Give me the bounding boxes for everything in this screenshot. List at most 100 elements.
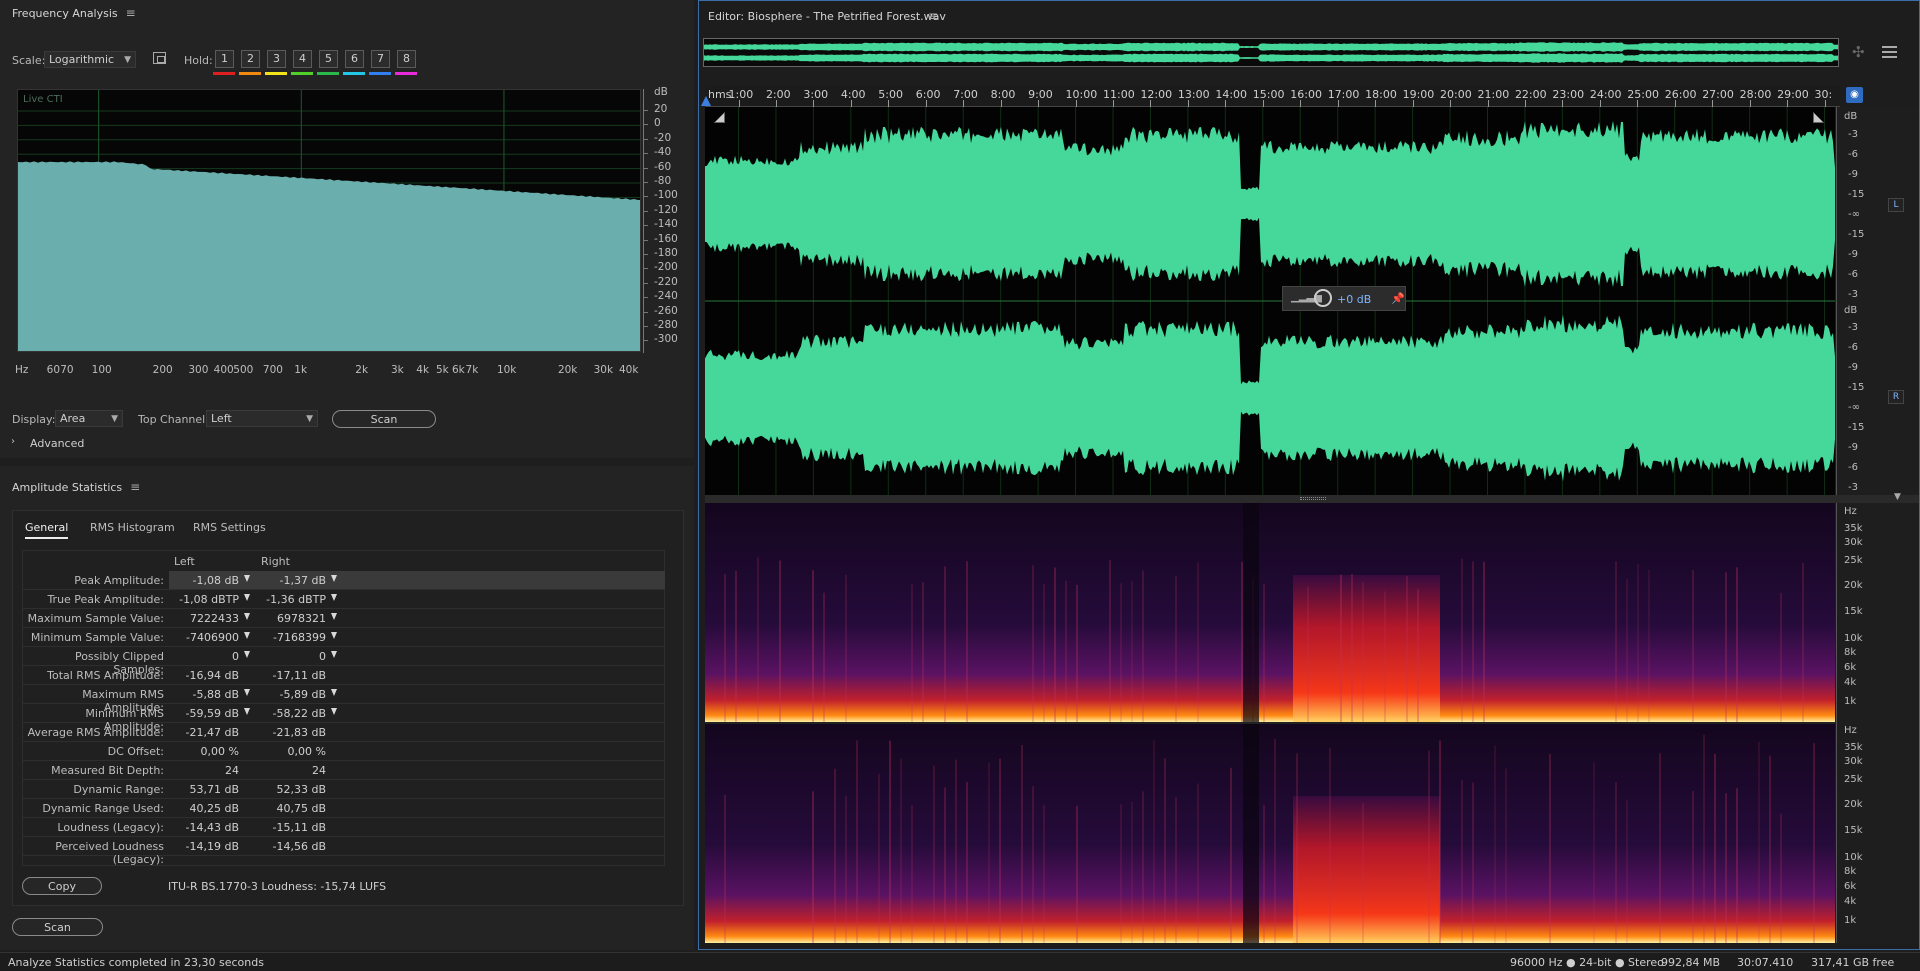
- stats-left-value: 53,71 dB: [189, 783, 239, 796]
- hz-tick: 35k: [1844, 523, 1863, 534]
- time-tick: 24:00: [1589, 88, 1622, 101]
- loudness-readout: ITU-R BS.1770-3 Loudness: -15,74 LUFS: [168, 880, 387, 893]
- chevron-right-icon[interactable]: ›: [11, 436, 15, 447]
- jump-to-marker-icon[interactable]: [244, 632, 250, 639]
- freq-x-tick: 4k: [416, 364, 430, 376]
- copy-graph-icon[interactable]: [153, 52, 166, 64]
- hz-tick: 35k: [1844, 742, 1863, 753]
- hz-tick: 25k: [1844, 555, 1863, 566]
- freq-ruler: [1836, 503, 1919, 943]
- stats-right-value: 6978321: [277, 612, 326, 625]
- zoom-icon[interactable]: ✣: [1852, 43, 1865, 61]
- tab-rms-settings[interactable]: RMS Settings: [193, 521, 266, 534]
- hold-button-1[interactable]: 1: [215, 50, 234, 68]
- stats-row-label: Loudness (Legacy):: [57, 821, 164, 834]
- hold-button-3[interactable]: 3: [267, 50, 286, 68]
- jump-to-marker-icon[interactable]: [244, 651, 250, 658]
- freq-y-tick-mark: [643, 225, 648, 227]
- hold-button-8[interactable]: 8: [397, 50, 416, 68]
- jump-to-marker-icon[interactable]: [244, 708, 250, 715]
- time-tick-mark: [738, 100, 740, 107]
- stats-right-value: 52,33 dB: [276, 783, 326, 796]
- amplitude-scan-button[interactable]: Scan: [12, 918, 103, 936]
- spectrogram-quiet-gap: [1243, 724, 1259, 943]
- hz-tick: 15k: [1844, 606, 1863, 617]
- stats-row-label: Perceived Loudness (Legacy):: [55, 840, 164, 866]
- jump-to-marker-icon[interactable]: [331, 632, 337, 639]
- scale-select[interactable]: Logarithmic ▼: [44, 51, 136, 68]
- time-tick: 8:00: [990, 88, 1016, 101]
- panel-menu-icon[interactable]: ≡: [928, 9, 938, 23]
- time-tick: 10:00: [1065, 88, 1098, 101]
- hold-button-2[interactable]: 2: [241, 50, 260, 68]
- jump-to-marker-icon[interactable]: [244, 575, 250, 582]
- playhead-marker[interactable]: [701, 96, 711, 106]
- stats-right-value: 24: [312, 764, 326, 777]
- jump-to-marker-icon[interactable]: [331, 689, 337, 696]
- gain-knob-icon[interactable]: [1314, 289, 1332, 307]
- time-tick-mark: [1075, 100, 1077, 107]
- display-select-value: Area: [60, 412, 86, 425]
- advanced-toggle[interactable]: Advanced: [30, 437, 84, 450]
- amplitude-panel-title: Amplitude Statistics: [12, 480, 123, 494]
- time-tick: 27:00: [1702, 88, 1734, 101]
- tab-rms-histogram[interactable]: RMS Histogram: [90, 521, 175, 534]
- spectrogram-channel: [705, 503, 1835, 722]
- hold-button-5[interactable]: 5: [319, 50, 338, 68]
- stats-left-value: -59,59 dB: [185, 707, 240, 720]
- jump-to-marker-icon[interactable]: [331, 651, 337, 658]
- freq-x-tick: 10k: [496, 364, 517, 376]
- panel-menu-icon[interactable]: ≡: [130, 480, 140, 494]
- amp-tick: -9: [1848, 169, 1858, 180]
- time-tick-mark: [1038, 100, 1040, 107]
- hold-button-6[interactable]: 6: [345, 50, 364, 68]
- monitor-input-icon[interactable]: ◉: [1846, 87, 1863, 103]
- time-tick-mark: [1337, 100, 1339, 107]
- spectral-view[interactable]: [705, 503, 1835, 943]
- amp-tick: -∞: [1848, 209, 1860, 220]
- jump-to-marker-icon[interactable]: [244, 689, 250, 696]
- stats-row: True Peak Amplitude: -1,08 dBTP -1,36 dBTP: [22, 590, 665, 609]
- hold-button-4[interactable]: 4: [293, 50, 312, 68]
- top-channel-label: Top Channel:: [138, 413, 209, 426]
- jump-to-marker-icon[interactable]: [331, 575, 337, 582]
- jump-to-marker-icon[interactable]: [331, 594, 337, 601]
- amp-tick: -15: [1848, 422, 1865, 433]
- jump-to-marker-icon[interactable]: [244, 613, 250, 620]
- spectrogram-quiet-gap: [1243, 503, 1259, 722]
- freq-y-tick-mark: [643, 326, 648, 327]
- time-tick-mark: [1187, 100, 1189, 107]
- freq-x-tick: 70: [60, 364, 74, 376]
- copy-button[interactable]: Copy: [22, 877, 102, 895]
- time-tick-mark: [925, 100, 927, 107]
- freq-x-tick: 3k: [390, 364, 404, 376]
- jump-to-marker-icon[interactable]: [331, 613, 337, 620]
- jump-to-marker-icon[interactable]: [331, 708, 337, 715]
- hold-color-3: [265, 72, 287, 75]
- channel-right-button[interactable]: R: [1888, 390, 1904, 404]
- hold-button-7[interactable]: 7: [371, 50, 390, 68]
- chevron-down-icon[interactable]: ▼: [1894, 492, 1901, 502]
- amp-tick: -9: [1848, 362, 1858, 373]
- hud-gain-value[interactable]: +0 dB: [1337, 293, 1371, 306]
- display-select[interactable]: Area ▼: [55, 410, 123, 427]
- overview-channel-wave: [704, 42, 1838, 52]
- chevron-down-icon: ▼: [111, 413, 118, 424]
- overview-bar[interactable]: [703, 38, 1839, 67]
- volume-hud[interactable]: ▁▂▃▅ +0 dB 📌: [1282, 286, 1406, 311]
- channel-left-button[interactable]: L: [1888, 198, 1904, 212]
- layout-icon[interactable]: [1882, 46, 1897, 58]
- frequency-scan-button[interactable]: Scan: [332, 410, 436, 428]
- panel-menu-icon[interactable]: ≡: [126, 6, 136, 20]
- stats-row: Measured Bit Depth: 24 24: [22, 761, 665, 780]
- freq-y-tick: -20: [654, 131, 672, 144]
- top-channel-select[interactable]: Left ▼: [206, 410, 318, 427]
- right-channel-wave: [705, 314, 1835, 482]
- time-tick: 4:00: [840, 88, 866, 101]
- view-splitter[interactable]: ▼: [705, 492, 1919, 503]
- jump-to-marker-icon[interactable]: [244, 594, 250, 601]
- waveform-area[interactable]: [705, 107, 1835, 495]
- pin-icon[interactable]: 📌: [1391, 292, 1405, 305]
- time-tick-mark: [1225, 100, 1227, 107]
- tab-general[interactable]: General: [25, 521, 69, 539]
